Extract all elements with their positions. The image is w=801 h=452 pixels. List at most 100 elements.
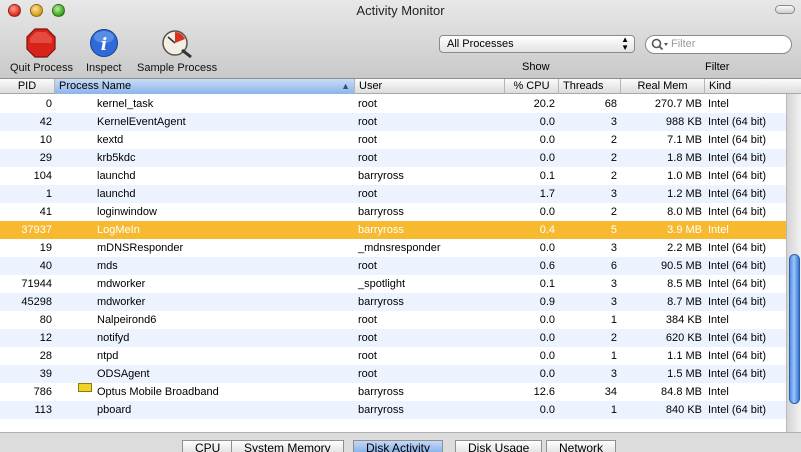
column-header-kind[interactable]: Kind bbox=[705, 79, 801, 94]
column-header-user[interactable]: User bbox=[355, 79, 505, 94]
row-kind: Intel (64 bit) bbox=[708, 260, 767, 272]
tab-disk-activity[interactable]: Disk Activity bbox=[353, 440, 444, 452]
row-user: root bbox=[358, 98, 377, 110]
row-user: root bbox=[358, 188, 377, 200]
quit-process-button[interactable]: Quit Process bbox=[10, 28, 73, 74]
table-row[interactable]: 10 kextd root 0.0 2 7.1 MB Intel (64 bit… bbox=[0, 131, 786, 149]
table-row[interactable]: 40 mds root 0.6 6 90.5 MB Intel (64 bit) bbox=[0, 257, 786, 275]
table-row[interactable]: 786 Optus Mobile Broadband barryross 12.… bbox=[0, 383, 786, 401]
row-pid: 113 bbox=[34, 404, 52, 416]
tab-cpu[interactable]: CPU bbox=[182, 440, 234, 452]
row-user: barryross bbox=[358, 224, 404, 236]
row-threads: 3 bbox=[610, 296, 617, 308]
row-cpu: 0.4 bbox=[539, 224, 555, 236]
window-title: Activity Monitor bbox=[356, 3, 445, 18]
table-row[interactable]: 113 pboard barryross 0.0 1 840 KB Intel … bbox=[0, 401, 786, 419]
row-threads: 6 bbox=[610, 260, 617, 272]
table-row[interactable]: 0 kernel_task root 20.2 68 270.7 MB Inte… bbox=[0, 95, 786, 113]
inspect-button[interactable]: i Inspect bbox=[86, 28, 121, 74]
row-cpu: 0.6 bbox=[539, 260, 555, 272]
row-kind: Intel bbox=[708, 98, 729, 110]
tab-system-memory[interactable]: System Memory bbox=[231, 440, 344, 452]
tab-network[interactable]: Network bbox=[546, 440, 617, 452]
row-process-name: notifyd bbox=[97, 332, 130, 344]
table-row[interactable]: 45298 mdworker barryross 0.9 3 8.7 MB In… bbox=[0, 293, 786, 311]
filter-search-input[interactable]: Filter bbox=[645, 35, 792, 54]
row-kind: Intel (64 bit) bbox=[708, 116, 767, 128]
process-table: 0 kernel_task root 20.2 68 270.7 MB Inte… bbox=[0, 95, 786, 419]
row-process-name: launchd bbox=[97, 188, 136, 200]
row-process-name: mdworker bbox=[97, 278, 146, 290]
row-pid: 80 bbox=[39, 314, 52, 326]
row-user: _spotlight bbox=[358, 278, 406, 290]
row-pid: 1 bbox=[45, 188, 52, 200]
row-pid: 40 bbox=[39, 260, 52, 272]
row-process-name: mDNSResponder bbox=[97, 242, 184, 254]
row-real-mem: 2.2 MB bbox=[667, 242, 702, 254]
table-row[interactable]: 71944 mdworker _spotlight 0.1 3 8.5 MB I… bbox=[0, 275, 786, 293]
vertical-scrollbar[interactable] bbox=[786, 94, 801, 432]
table-row[interactable]: 80 Nalpeirond6 root 0.0 1 384 KB Intel bbox=[0, 311, 786, 329]
row-user: barryross bbox=[358, 386, 404, 398]
row-real-mem: 3.9 MB bbox=[667, 224, 702, 236]
row-cpu: 12.6 bbox=[533, 386, 555, 398]
row-cpu: 0.1 bbox=[539, 170, 555, 182]
sample-process-label: Sample Process bbox=[137, 62, 218, 74]
row-cpu: 20.2 bbox=[533, 98, 555, 110]
row-threads: 2 bbox=[610, 134, 617, 146]
tab-disk-usage[interactable]: Disk Usage bbox=[455, 440, 543, 452]
table-row[interactable]: 41 loginwindow barryross 0.0 2 8.0 MB In… bbox=[0, 203, 786, 221]
row-process-name: Nalpeirond6 bbox=[97, 314, 157, 326]
sample-process-button[interactable]: Sample Process bbox=[137, 28, 217, 74]
table-row[interactable]: 104 launchd barryross 0.1 2 1.0 MB Intel… bbox=[0, 167, 786, 185]
info-icon: i bbox=[89, 29, 118, 57]
row-threads: 2 bbox=[610, 332, 617, 344]
row-kind: Intel (64 bit) bbox=[708, 350, 767, 362]
svg-text:i: i bbox=[101, 35, 107, 55]
row-user: barryross bbox=[358, 296, 404, 308]
row-real-mem: 84.8 MB bbox=[661, 386, 702, 398]
row-user: _mdnsresponder bbox=[358, 242, 441, 254]
row-threads: 3 bbox=[610, 188, 617, 200]
table-row-selected[interactable]: 37937 LogMeIn barryross 0.4 5 3.9 MB Int… bbox=[0, 221, 786, 239]
row-pid: 786 bbox=[33, 386, 52, 398]
row-cpu: 0.0 bbox=[539, 152, 555, 164]
row-pid: 29 bbox=[39, 152, 52, 164]
scrollbar-thumb[interactable] bbox=[789, 254, 800, 404]
table-row[interactable]: 28 ntpd root 0.0 1 1.1 MB Intel (64 bit) bbox=[0, 347, 786, 365]
show-label: Show bbox=[522, 61, 550, 73]
row-cpu: 0.0 bbox=[539, 368, 555, 380]
column-header-threads[interactable]: Threads bbox=[559, 79, 621, 94]
column-header-real-mem[interactable]: Real Mem bbox=[621, 79, 705, 94]
row-kind: Intel (64 bit) bbox=[708, 332, 767, 344]
row-kind: Intel (64 bit) bbox=[708, 188, 767, 200]
row-pid: 10 bbox=[39, 134, 52, 146]
row-kind: Intel (64 bit) bbox=[708, 278, 767, 290]
row-threads: 68 bbox=[604, 98, 617, 110]
row-threads: 1 bbox=[610, 404, 617, 416]
show-processes-select[interactable]: All Processes ▲ ▼ bbox=[439, 35, 635, 53]
column-header-cpu[interactable]: % CPU bbox=[505, 79, 559, 94]
row-user: root bbox=[358, 332, 377, 344]
row-cpu: 0.0 bbox=[539, 206, 555, 218]
column-header-process-name[interactable]: Process Name ▲ bbox=[55, 79, 355, 94]
table-row[interactable]: 12 notifyd root 0.0 2 620 KB Intel (64 b… bbox=[0, 329, 786, 347]
table-row[interactable]: 1 launchd root 1.7 3 1.2 MB Intel (64 bi… bbox=[0, 185, 786, 203]
show-select-value: All Processes bbox=[447, 38, 514, 50]
row-user: root bbox=[358, 134, 377, 146]
row-real-mem: 1.0 MB bbox=[667, 170, 702, 182]
row-real-mem: 988 KB bbox=[665, 116, 702, 128]
table-row[interactable]: 42 KernelEventAgent root 0.0 3 988 KB In… bbox=[0, 113, 786, 131]
sample-process-icon bbox=[162, 30, 192, 58]
row-cpu: 1.7 bbox=[539, 188, 555, 200]
row-user: barryross bbox=[358, 404, 404, 416]
table-row[interactable]: 39 ODSAgent root 0.0 3 1.5 MB Intel (64 … bbox=[0, 365, 786, 383]
row-process-name: mdworker bbox=[97, 296, 146, 308]
row-real-mem: 8.0 MB bbox=[667, 206, 702, 218]
row-kind: Intel (64 bit) bbox=[708, 134, 767, 146]
sort-ascending-icon: ▲ bbox=[341, 81, 350, 91]
table-row[interactable]: 19 mDNSResponder _mdnsresponder 0.0 3 2.… bbox=[0, 239, 786, 257]
row-kind: Intel (64 bit) bbox=[708, 206, 767, 218]
table-row[interactable]: 29 krb5kdc root 0.0 2 1.8 MB Intel (64 b… bbox=[0, 149, 786, 167]
column-header-pid[interactable]: PID bbox=[0, 79, 55, 94]
